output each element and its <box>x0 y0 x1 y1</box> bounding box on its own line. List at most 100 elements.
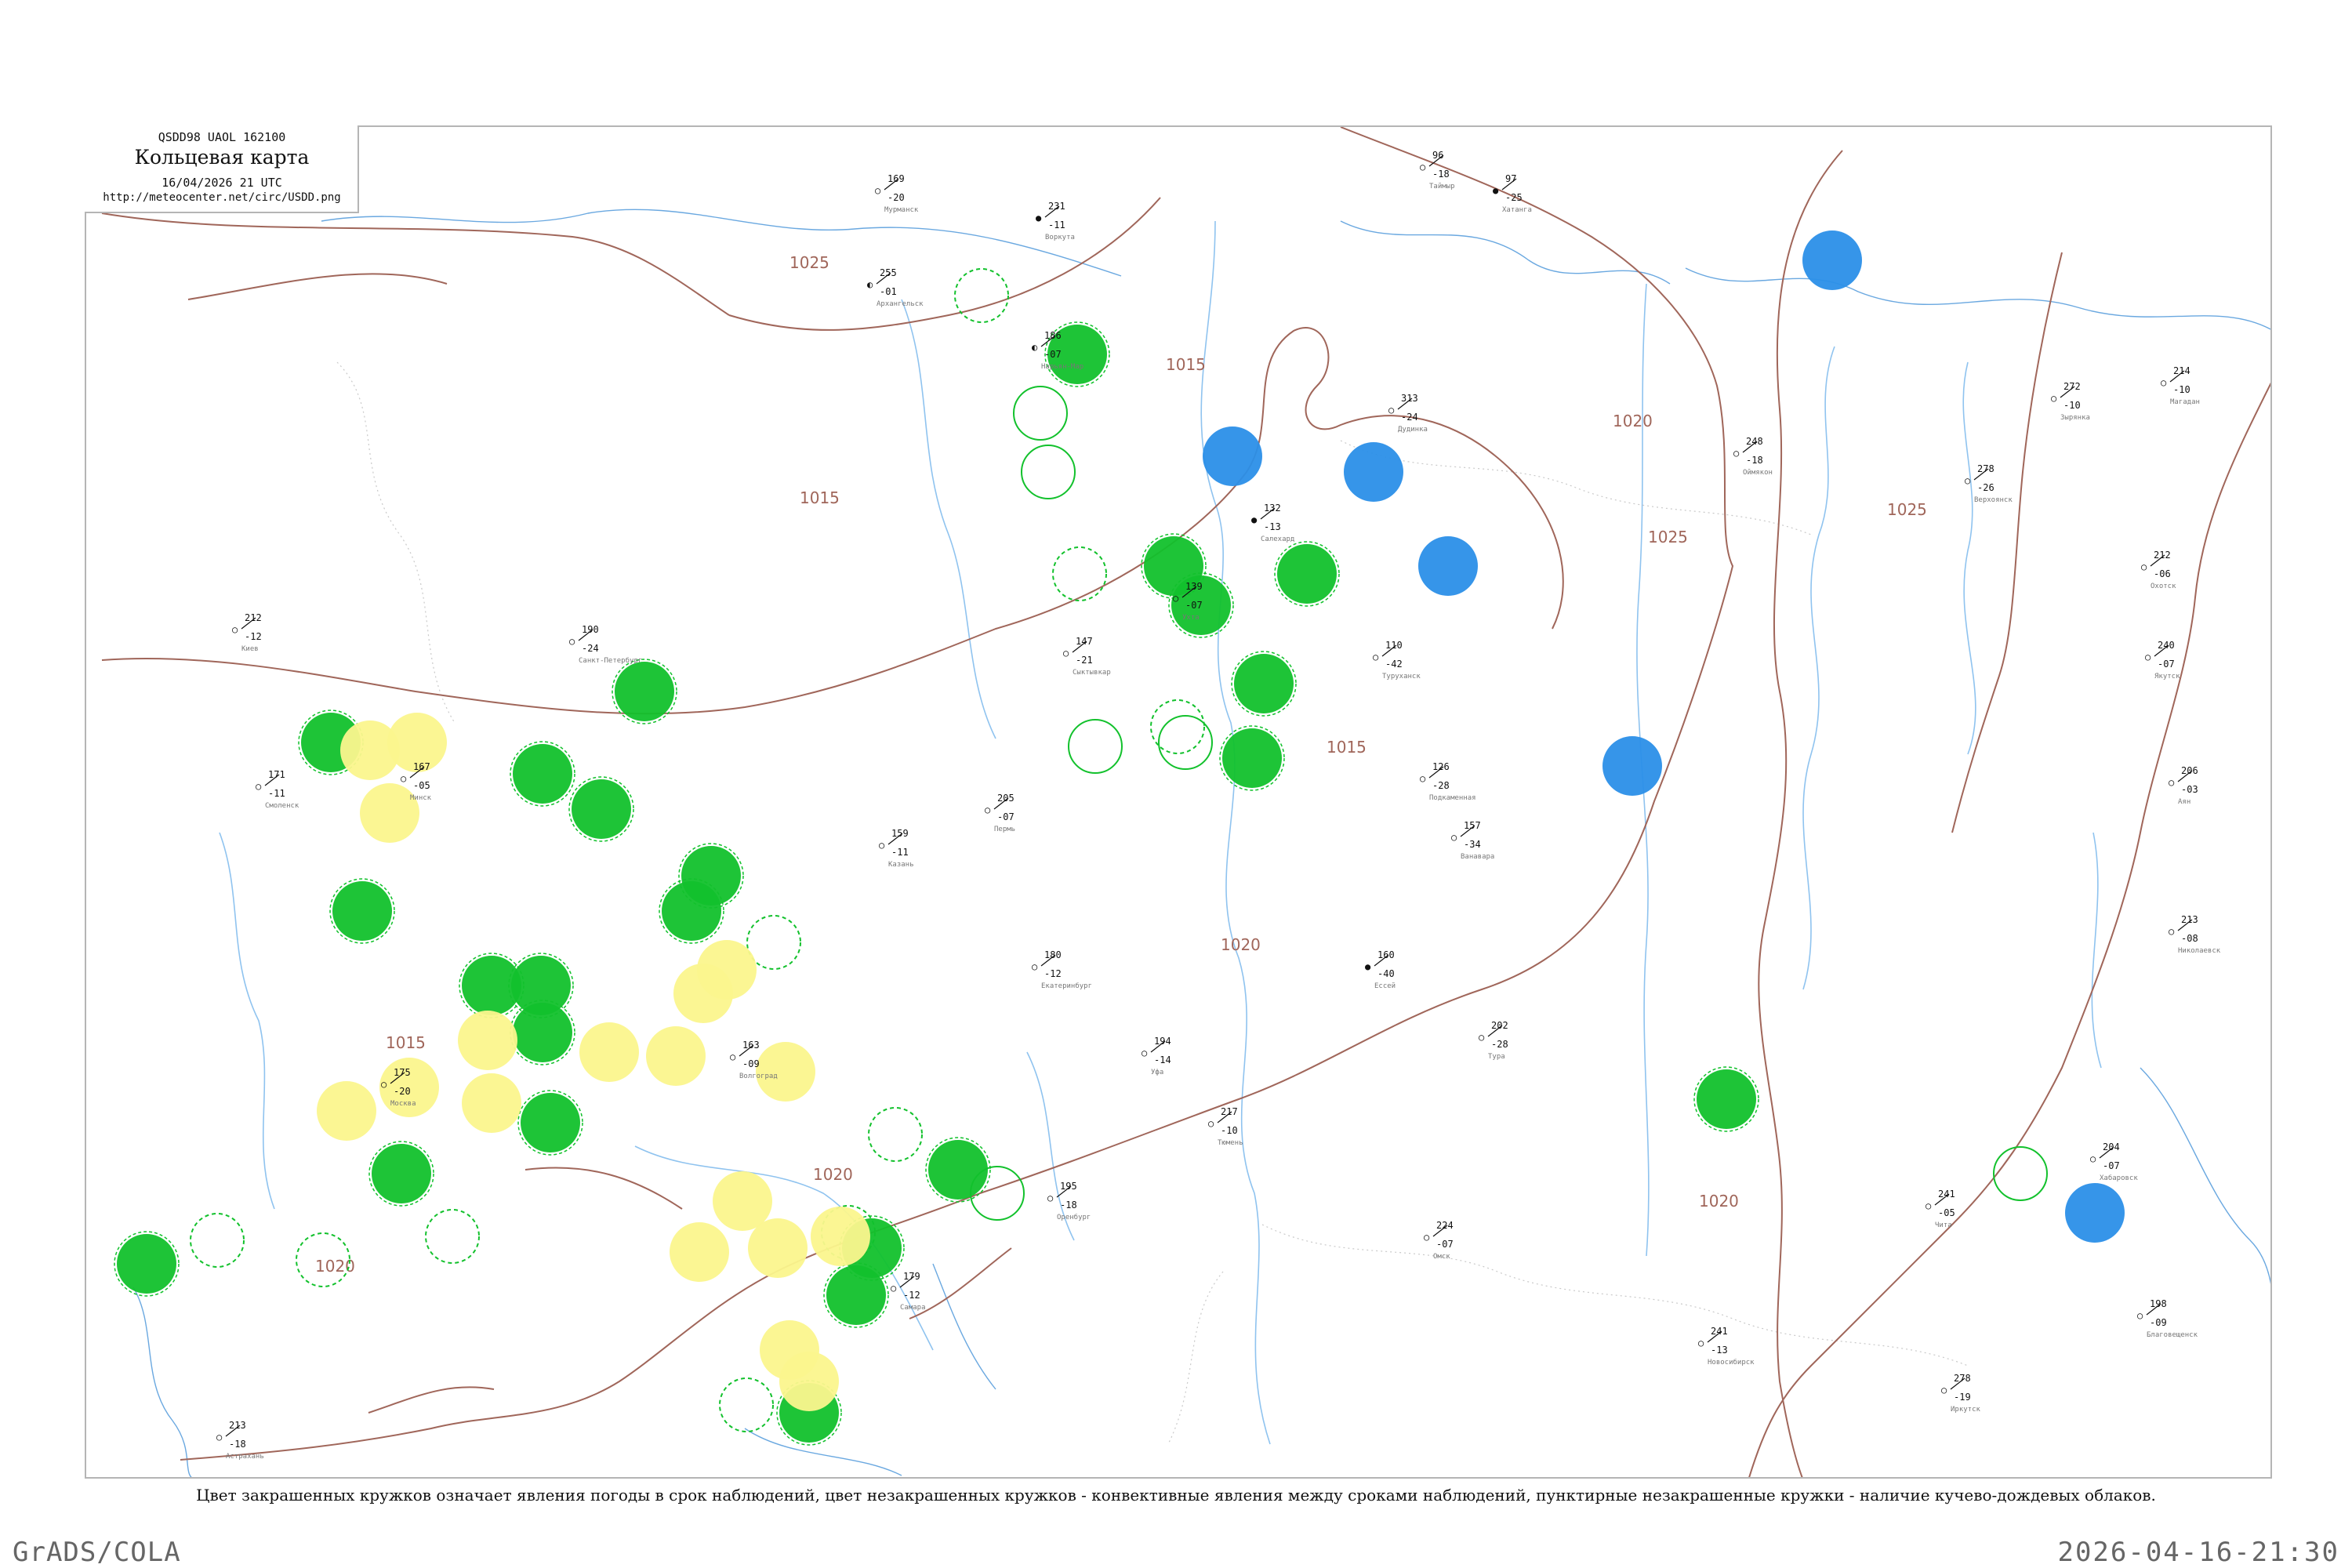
station-name: Благовещенск <box>2147 1331 2198 1339</box>
station-plot[interactable]: ○ 313 -24 Дудинка <box>1388 393 1428 434</box>
station-cloud-symbol: ○ <box>1479 1032 1484 1043</box>
blue-weather-circle[interactable] <box>2065 1183 2125 1243</box>
yellow-weather-circle[interactable] <box>748 1218 808 1278</box>
station-plot[interactable]: ● 160 -40 Ессей <box>1365 949 1396 990</box>
station-plot[interactable]: ○ 206 -03 Аян <box>2169 765 2198 806</box>
station-plot[interactable]: ○ 212 -12 Киев <box>232 612 262 653</box>
station-plot[interactable]: ● 231 -11 Воркута <box>1036 201 1075 241</box>
station-plot[interactable]: ○ 217 -10 Тюмень <box>1208 1106 1243 1147</box>
station-tendency: -13 <box>1264 521 1281 532</box>
station-plot[interactable]: ○ 212 -06 Охотск <box>2141 550 2176 590</box>
station-name: Сыктывкар <box>1073 669 1111 677</box>
green-weather-circle[interactable] <box>114 1231 180 1297</box>
station-plot[interactable]: ○ 204 -07 Хабаровск <box>2090 1142 2138 1182</box>
yellow-weather-circle[interactable] <box>646 1026 706 1086</box>
station-plot[interactable]: ○ 205 -07 Пермь <box>985 793 1015 833</box>
station-plot[interactable]: ○ 110 -42 Туруханск <box>1373 640 1421 681</box>
weather-circle-fill <box>1203 426 1262 486</box>
footer-timestamp: 2026-04-16-21:30 <box>2057 1537 2339 1568</box>
station-cloud-symbol: ○ <box>216 1432 222 1443</box>
green-weather-circle[interactable] <box>1219 725 1285 791</box>
yellow-weather-circle[interactable] <box>458 1011 517 1070</box>
convective-outline-circle <box>1158 715 1213 770</box>
green-weather-circle[interactable] <box>368 1141 434 1207</box>
station-plot[interactable]: ○ 248 -18 Оймякон <box>1733 436 1773 477</box>
green-weather-circle[interactable] <box>823 1262 889 1328</box>
map-url[interactable]: http://meteocenter.net/circ/USDD.png <box>85 191 359 204</box>
station-plot[interactable]: ○ 224 -07 Омск <box>1424 1220 1454 1261</box>
station-plot[interactable]: ○ 198 -09 Благовещенск <box>2137 1298 2198 1339</box>
weather-circle-fill <box>1697 1069 1756 1129</box>
station-plot[interactable]: ○ 272 -10 Зырянка <box>2051 381 2090 422</box>
station-plot[interactable]: ◐ 255 -01 Архангельск <box>867 267 924 308</box>
blue-weather-circle[interactable] <box>1802 230 1862 290</box>
station-name: Новосибирск <box>1708 1358 1755 1367</box>
map-frame: 1025102010251015102010251025101510151020… <box>85 125 2272 1479</box>
station-plot[interactable]: ○ 171 -11 Смоленск <box>256 769 299 810</box>
station-plot[interactable]: ○ 190 -24 Санкт-Петербург <box>569 624 642 665</box>
blue-weather-circle[interactable] <box>1418 536 1478 596</box>
station-plot[interactable]: ○ 126 -28 Подкаменная <box>1420 761 1476 802</box>
isobar-label: 1015 <box>1166 355 1206 374</box>
green-weather-circle[interactable] <box>925 1137 991 1203</box>
yellow-weather-circle[interactable] <box>779 1352 839 1411</box>
blue-weather-circle[interactable] <box>1344 442 1403 502</box>
station-cloud-symbol: ◐ <box>867 279 873 290</box>
station-cloud-symbol: ○ <box>985 804 990 815</box>
yellow-weather-circle[interactable] <box>756 1042 815 1102</box>
station-plot[interactable]: ○ 179 -12 Самара <box>891 1271 926 1312</box>
station-plot[interactable]: ○ 202 -28 Тура <box>1479 1020 1508 1061</box>
green-weather-circle[interactable] <box>1274 541 1340 607</box>
station-pressure: 169 <box>887 173 905 184</box>
station-cloud-symbol: ○ <box>381 1079 387 1090</box>
station-plot[interactable]: ○ 278 -19 Иркутск <box>1941 1373 1981 1414</box>
station-plot[interactable]: ○ 214 -10 Магадан <box>2161 365 2200 406</box>
green-weather-circle[interactable] <box>510 741 575 807</box>
yellow-weather-circle[interactable] <box>811 1207 870 1266</box>
weather-circle-fill <box>572 779 631 839</box>
station-pressure: 198 <box>2150 1298 2167 1309</box>
yellow-weather-circle[interactable] <box>360 783 419 843</box>
station-plot[interactable]: ○ 147 -21 Сыктывкар <box>1063 636 1111 677</box>
station-tendency: -07 <box>1436 1239 1454 1250</box>
green-weather-circle[interactable] <box>1693 1066 1759 1132</box>
station-plot[interactable]: ○ 169 -20 Мурманск <box>875 173 919 214</box>
station-plot[interactable]: ○ 195 -18 Оренбург <box>1047 1181 1091 1221</box>
station-tendency: -09 <box>742 1058 760 1069</box>
yellow-weather-circle[interactable] <box>670 1222 729 1282</box>
station-plot[interactable]: ○ 194 -14 Уфа <box>1142 1036 1171 1076</box>
station-plot[interactable]: ○ 213 -18 Астрахань <box>216 1420 264 1461</box>
station-plot[interactable]: ● 97 -25 Хатанга <box>1493 173 1532 214</box>
blue-weather-circle[interactable] <box>1602 736 1662 796</box>
station-cloud-symbol: ○ <box>1142 1047 1147 1058</box>
green-weather-circle[interactable] <box>568 776 634 842</box>
station-plot[interactable]: ● 132 -13 Салехард <box>1251 503 1294 543</box>
yellow-weather-circle[interactable] <box>579 1022 639 1082</box>
station-plot[interactable]: ○ 157 -34 Ванавара <box>1451 820 1494 861</box>
station-plot[interactable]: ○ 241 -13 Новосибирск <box>1698 1326 1755 1367</box>
station-plot[interactable]: ○ 213 -08 Николаевск <box>2169 914 2221 955</box>
station-cloud-symbol: ○ <box>1733 448 1739 459</box>
green-weather-circle[interactable] <box>659 878 724 944</box>
blue-weather-circle[interactable] <box>1203 426 1262 486</box>
station-plot[interactable]: ○ 180 -12 Екатеринбург <box>1032 949 1092 990</box>
station-cloud-symbol: ○ <box>879 840 884 851</box>
station-name: Магадан <box>2170 398 2200 406</box>
yellow-weather-circle[interactable] <box>713 1171 772 1231</box>
station-plot[interactable]: ○ 241 -05 Чита <box>1926 1189 1955 1229</box>
station-pressure: 204 <box>2103 1142 2120 1152</box>
green-weather-circle[interactable] <box>1231 651 1297 717</box>
yellow-weather-circle[interactable] <box>317 1081 376 1141</box>
station-name: Ессей <box>1374 982 1396 990</box>
convective-outline-circle <box>425 1209 480 1264</box>
yellow-weather-circle[interactable] <box>697 940 757 1000</box>
weather-circle-fill <box>332 881 392 941</box>
station-tendency: -28 <box>1432 780 1450 791</box>
station-plot[interactable]: ○ 159 -11 Казань <box>879 828 914 869</box>
green-weather-circle[interactable] <box>329 878 395 944</box>
station-pressure: 205 <box>997 793 1014 804</box>
yellow-weather-circle[interactable] <box>462 1073 521 1133</box>
green-weather-circle[interactable] <box>517 1090 583 1156</box>
map-date: 16/04/2026 21 UTC <box>162 176 282 190</box>
station-plot[interactable]: ○ 240 -07 Якутск <box>2145 640 2180 681</box>
